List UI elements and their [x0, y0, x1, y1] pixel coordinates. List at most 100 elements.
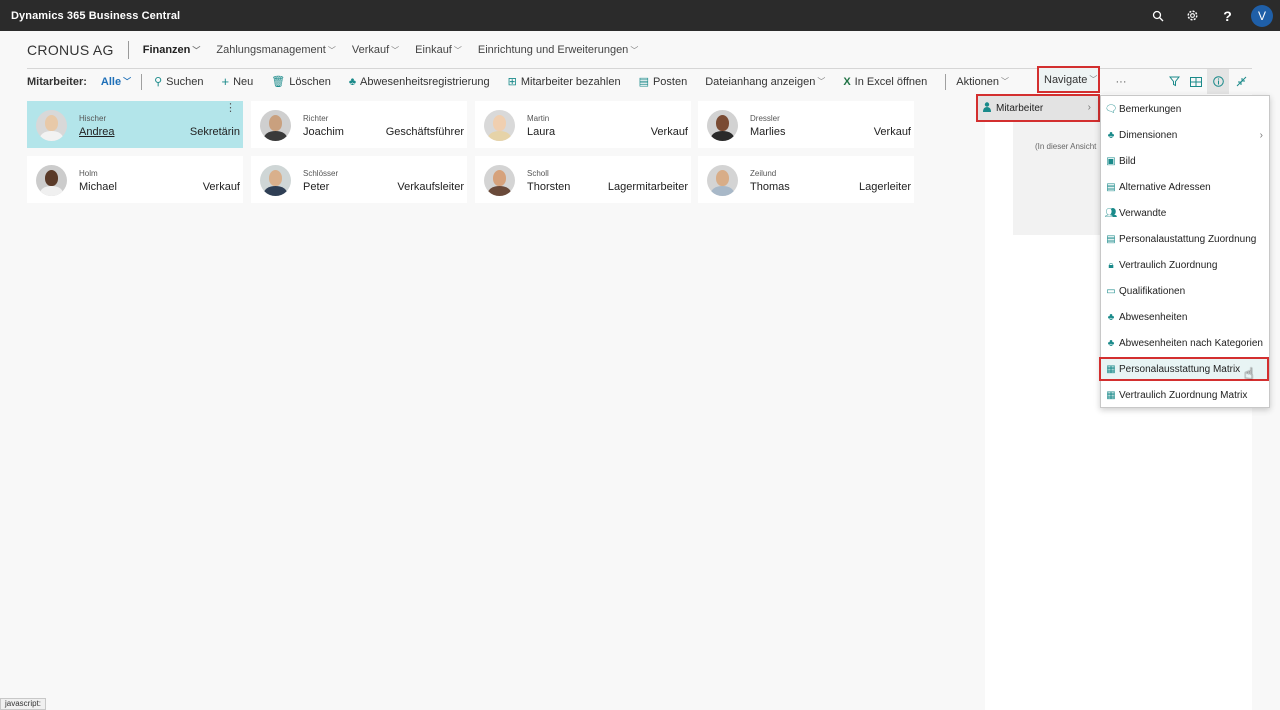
menu-item-label: Abwesenheiten nach Kategorien — [1119, 337, 1263, 349]
more-options-button[interactable]: ··· — [1110, 69, 1132, 94]
navigate-menu-button[interactable]: Navigate ﹀ — [1037, 66, 1100, 93]
chevron-down-icon: ﹀ — [453, 45, 462, 55]
nav-item-label: Einrichtung und Erweiterungen — [477, 44, 629, 56]
absence-registration-button[interactable]: ♣ Abwesenheitsregistrierung — [349, 76, 490, 88]
nav-item-label: Verkauf — [351, 44, 390, 56]
collapse-icon[interactable] — [1230, 69, 1252, 94]
employee-photo — [260, 165, 291, 196]
relatives-icon: 👥︎ — [1104, 207, 1118, 219]
menu-item-vertraulich-zuordnung-matrix[interactable]: ▦ Vertraulich Zuordnung Matrix — [1101, 383, 1269, 407]
open-in-excel-button[interactable]: X In Excel öffnen — [843, 76, 927, 88]
payment-icon: ⊞ — [507, 76, 517, 88]
search-icon[interactable] — [1140, 0, 1175, 31]
employee-card[interactable]: Holm Michael Verkauf — [27, 156, 243, 203]
factbox-text: (In dieser Ansicht — [1035, 142, 1097, 151]
chevron-down-icon: ﹀ — [630, 45, 639, 55]
menu-item-vertraulich-zuordnung[interactable]: 🔒︎ Vertraulich Zuordnung — [1101, 253, 1269, 277]
menu-item-abwesenheiten-nach-kategorien[interactable]: ♣ Abwesenheiten nach Kategorien — [1101, 331, 1269, 355]
search-label: Suchen — [166, 75, 204, 88]
trash-icon: 🗑︎ — [271, 76, 286, 88]
nav-item-finanzen[interactable]: Finanzen ﹀ — [143, 44, 201, 56]
menu-item-bild[interactable]: ▣ Bild — [1101, 149, 1269, 173]
employee-card[interactable]: Martin Laura Verkauf — [475, 101, 691, 148]
view-filter-dropdown[interactable]: Alle ﹀ — [101, 76, 131, 88]
delete-button[interactable]: 🗑︎ Löschen — [271, 75, 331, 89]
company-name[interactable]: CRONUS AG — [27, 42, 114, 58]
menu-item-dimensionen[interactable]: ♣ Dimensionen › — [1101, 123, 1269, 147]
employee-card[interactable]: Scholl Thorsten Lagermitarbeiter — [475, 156, 691, 203]
menu-item-abwesenheiten[interactable]: ♣ Abwesenheiten — [1101, 305, 1269, 329]
nav-item-einrichtung[interactable]: Einrichtung und Erweiterungen ﹀ — [478, 44, 638, 56]
employee-first-name[interactable]: Marlies — [750, 126, 785, 138]
new-button[interactable]: + Neu — [221, 74, 253, 89]
filter-icon[interactable] — [1163, 69, 1185, 94]
employee-card[interactable]: Dressler Marlies Verkauf — [698, 101, 914, 148]
employee-card[interactable]: Schlösser Peter Verkaufsleiter — [251, 156, 467, 203]
menu-item-label: Mitarbeiter — [996, 102, 1044, 114]
info-pane-icon[interactable] — [1207, 69, 1229, 94]
actions-menu-button[interactable]: Aktionen ﹀ — [956, 76, 1009, 88]
action-divider — [141, 73, 143, 90]
employee-first-name[interactable]: Michael — [79, 181, 117, 193]
employee-job-title: Verkauf — [873, 126, 911, 138]
employee-photo — [707, 110, 738, 141]
employee-card[interactable]: Zeilund Thomas Lagerleiter — [698, 156, 914, 203]
employee-last-name: Zeilund — [750, 169, 777, 178]
action-divider — [945, 73, 947, 90]
employee-job-title: Verkaufsleiter — [397, 181, 464, 193]
menu-item-verwandte[interactable]: 👥︎ Verwandte — [1101, 201, 1269, 225]
employee-first-name[interactable]: Peter — [303, 181, 329, 193]
employee-last-name: Hischer — [79, 114, 107, 123]
employee-photo — [36, 165, 67, 196]
chevron-right-icon: › — [1087, 102, 1091, 113]
menu-item-personalaustattung-zuordnung[interactable]: ▤ Personalaustattung Zuordnung — [1101, 227, 1269, 251]
pay-employee-button[interactable]: ⊞ Mitarbeiter bezahlen — [507, 75, 621, 89]
chevron-down-icon: ﹀ — [327, 45, 336, 55]
employee-job-title: Geschäftsführer — [385, 126, 464, 138]
absence-category-icon: ♣ — [1107, 337, 1115, 349]
plus-icon: + — [221, 74, 230, 89]
menu-item-label: Personalaustattung Zuordnung — [1119, 233, 1257, 245]
nav-item-zahlungsmanagement[interactable]: Zahlungsmanagement ﹀ — [216, 44, 335, 56]
menu-item-alternative-adressen[interactable]: ▤ Alternative Adressen — [1101, 175, 1269, 199]
navigation-bar: CRONUS AG Finanzen ﹀ Zahlungsmanagement ﹀ … — [0, 31, 1280, 69]
employee-card[interactable]: ⋮ Hischer Andrea Sekretärin — [27, 101, 243, 148]
absence-icon: ♣ — [1107, 311, 1115, 323]
nav-item-label: Finanzen — [142, 44, 191, 56]
nav-divider — [127, 41, 129, 59]
employee-first-name[interactable]: Thomas — [750, 181, 790, 193]
employee-photo — [484, 110, 515, 141]
menu-item-label: Personalausstattung Matrix — [1119, 363, 1241, 375]
person-icon — [983, 102, 991, 114]
help-icon[interactable]: ? — [1210, 0, 1245, 31]
chevron-right-icon: › — [1259, 129, 1263, 141]
nav-item-verkauf[interactable]: Verkauf ﹀ — [352, 44, 399, 56]
employee-first-name[interactable]: Joachim — [303, 126, 344, 138]
open-in-excel-label: In Excel öffnen — [854, 75, 928, 88]
menu-item-label: Dimensionen — [1119, 129, 1178, 141]
search-button[interactable]: ⚲ Suchen — [154, 75, 204, 89]
employee-first-name[interactable]: Laura — [527, 126, 555, 138]
view-filter-label: Alle — [100, 75, 122, 88]
employee-card[interactable]: Richter Joachim Geschäftsführer — [251, 101, 467, 148]
menu-item-label: Vertraulich Zuordnung Matrix — [1119, 389, 1248, 401]
menu-item-mitarbeiter[interactable]: Mitarbeiter › — [976, 94, 1100, 122]
app-title[interactable]: Dynamics 365 Business Central — [11, 10, 180, 22]
address-icon: ▤ — [1106, 181, 1116, 193]
more-options-icon[interactable]: ⋮ — [225, 103, 236, 114]
hand-cursor-icon: ☝ — [1244, 366, 1254, 383]
gear-icon[interactable] — [1175, 0, 1210, 31]
matrix-icon: ▦ — [1106, 363, 1116, 375]
menu-item-qualifikationen[interactable]: ▭ Qualifikationen — [1101, 279, 1269, 303]
nav-item-einkauf[interactable]: Einkauf ﹀ — [415, 44, 462, 56]
page-title: Mitarbeiter: — [27, 75, 87, 88]
employee-first-name[interactable]: Andrea — [79, 126, 114, 138]
ledger-entries-button[interactable]: ▤ Posten — [639, 75, 688, 89]
employee-first-name[interactable]: Thorsten — [527, 181, 570, 193]
tile-view-icon[interactable] — [1185, 69, 1207, 94]
avatar[interactable]: V — [1251, 4, 1273, 27]
show-attachment-button[interactable]: Dateianhang anzeigen ﹀ — [705, 76, 825, 88]
equipment-icon: ▤ — [1106, 233, 1116, 245]
menu-item-bemerkungen[interactable]: 🗨︎ Bemerkungen — [1101, 97, 1269, 121]
menu-item-label: Verwandte — [1119, 207, 1167, 219]
